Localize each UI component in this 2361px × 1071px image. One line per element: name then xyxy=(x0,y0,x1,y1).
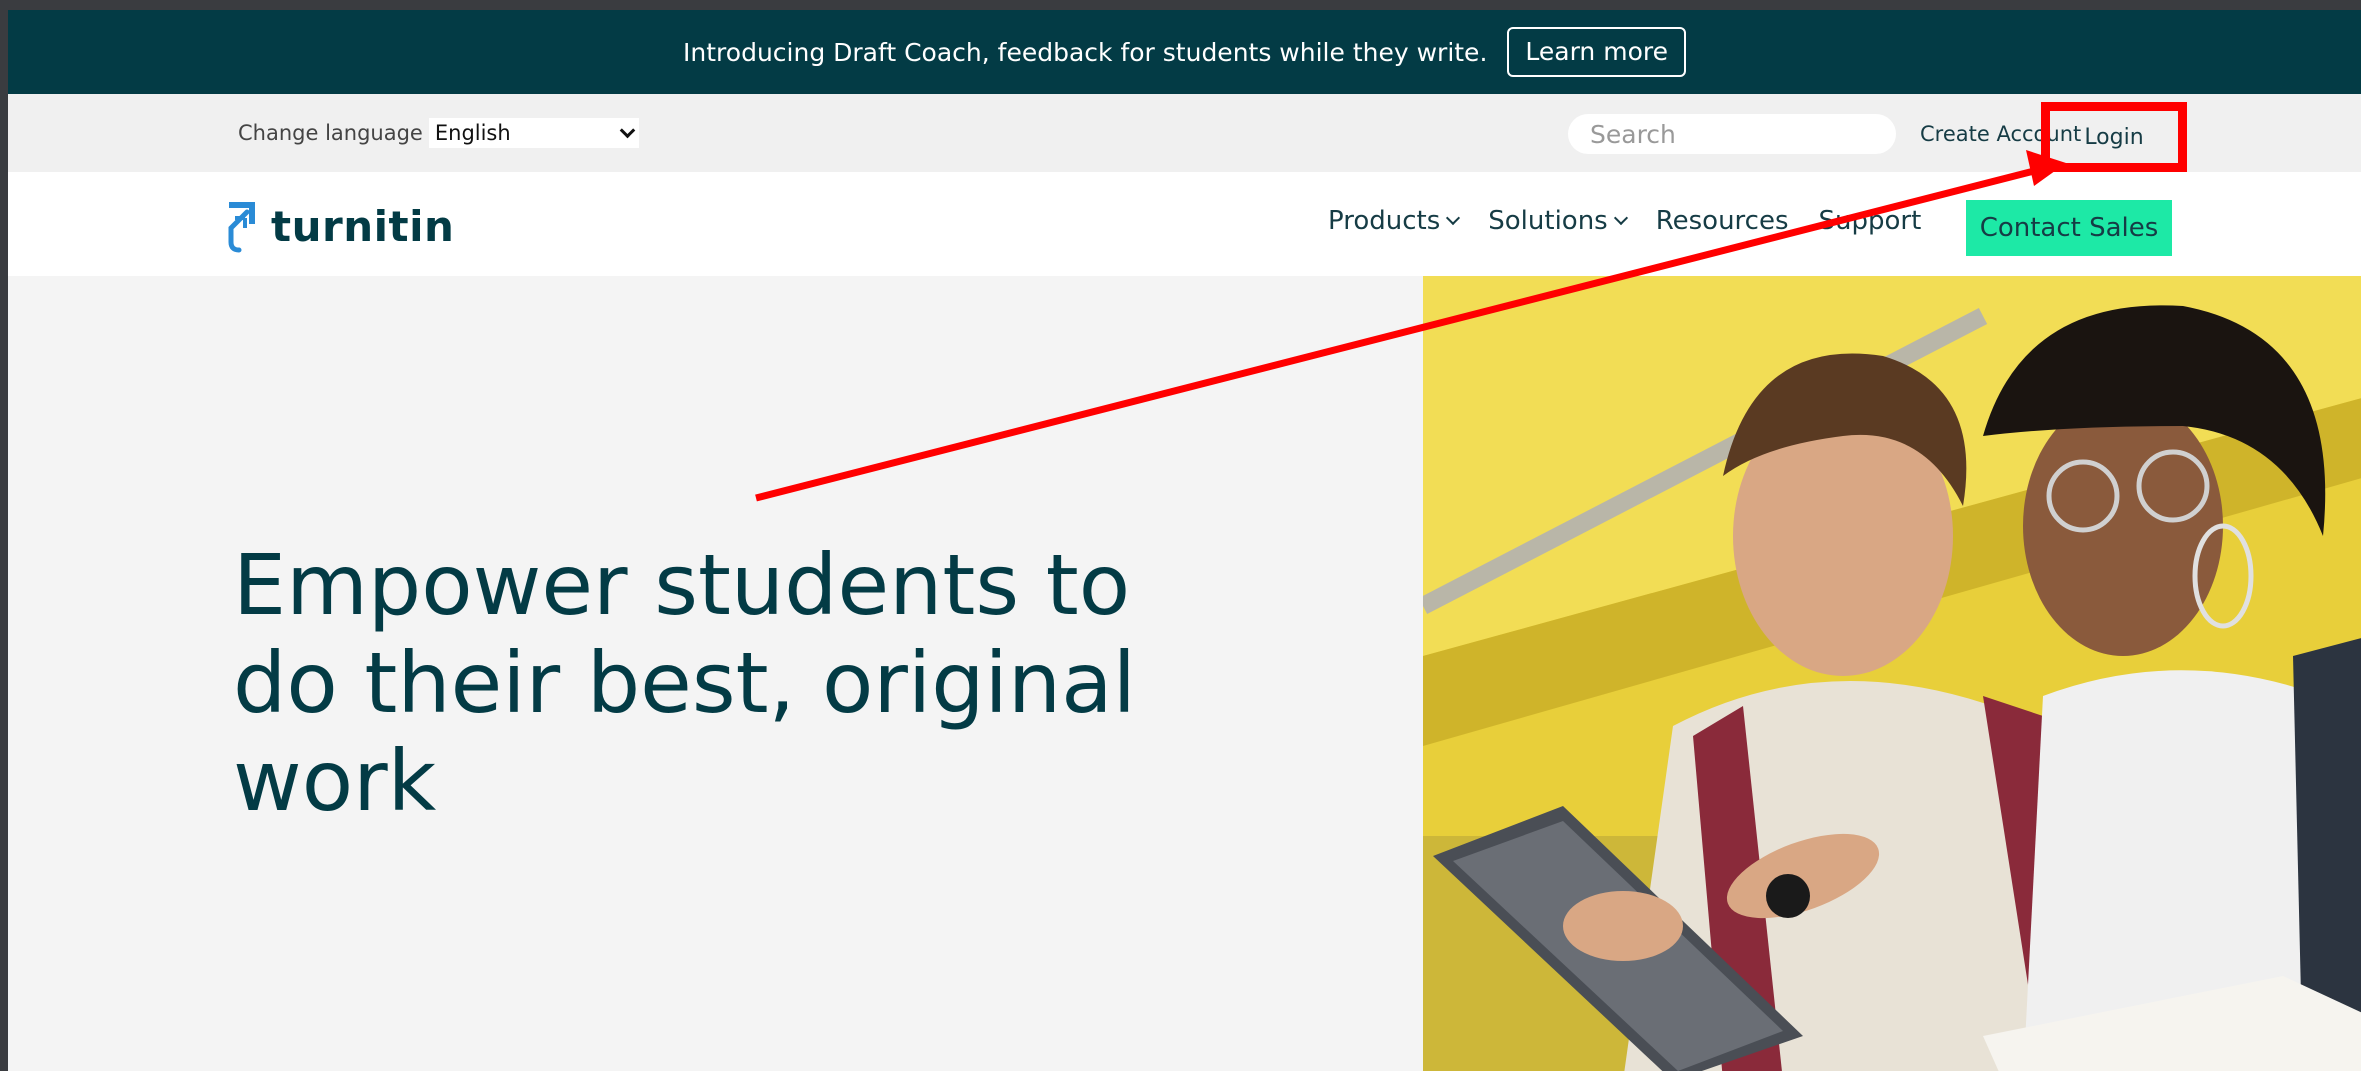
language-selected-value: English xyxy=(434,121,511,145)
nav-item-label: Products xyxy=(1328,206,1441,236)
hero-photo xyxy=(1423,276,2361,1071)
turnitin-logo[interactable]: turnitin xyxy=(223,198,454,254)
nav-item-label: Support xyxy=(1818,206,1922,236)
chevron-down-icon xyxy=(1446,210,1461,226)
nav-item-solutions[interactable]: Solutions xyxy=(1488,206,1628,236)
learn-more-button[interactable]: Learn more xyxy=(1507,27,1686,77)
language-select[interactable]: English xyxy=(428,118,639,148)
login-link[interactable]: Login xyxy=(2041,102,2187,172)
announcement-banner: Introducing Draft Coach, feedback for st… xyxy=(8,10,2361,94)
utility-bar: Change language English Search Create Ac… xyxy=(8,94,2361,172)
turnitin-logo-icon xyxy=(228,202,255,253)
hero-section: Empower students to do their best, origi… xyxy=(8,276,1423,1071)
nav-item-label: Resources xyxy=(1655,206,1789,236)
change-language-label: Change language xyxy=(238,121,423,145)
chevron-down-icon xyxy=(619,122,636,138)
students-photo-illustration xyxy=(1423,276,2361,1071)
nav-item-support[interactable]: Support xyxy=(1819,206,1922,236)
logo-wordmark: turnitin xyxy=(271,201,455,251)
main-nav: turnitin Products Solutions Resources Su… xyxy=(8,172,2361,276)
login-label: Login xyxy=(2084,124,2144,150)
chevron-down-icon xyxy=(1613,210,1628,226)
nav-item-products[interactable]: Products xyxy=(1328,206,1461,236)
nav-item-label: Solutions xyxy=(1488,206,1608,236)
banner-text: Introducing Draft Coach, feedback for st… xyxy=(683,37,1488,67)
browser-viewport: Introducing Draft Coach, feedback for st… xyxy=(0,0,2361,1071)
contact-sales-button[interactable]: Contact Sales xyxy=(1966,200,2172,256)
nav-menu: Products Solutions Resources Support xyxy=(1328,206,1921,236)
language-selector: Change language English xyxy=(238,118,639,148)
hero-title: Empower students to do their best, origi… xyxy=(233,536,1136,830)
nav-item-resources[interactable]: Resources xyxy=(1656,206,1789,236)
search-input[interactable]: Search xyxy=(1568,114,1896,154)
